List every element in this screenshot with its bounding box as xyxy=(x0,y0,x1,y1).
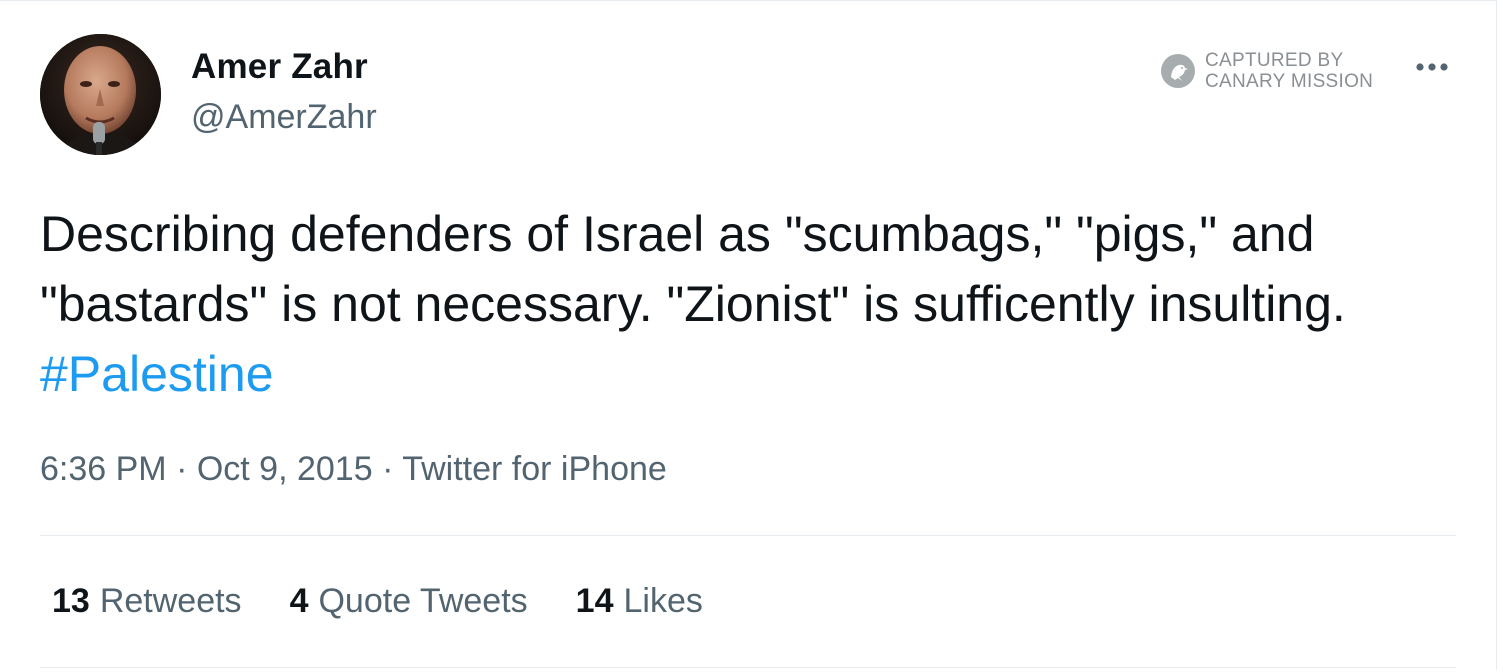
retweets-stat[interactable]: 13 Retweets xyxy=(52,582,242,621)
tweet-source[interactable]: Twitter for iPhone xyxy=(402,450,667,488)
tweet-date[interactable]: Oct 9, 2015 xyxy=(197,450,373,488)
canary-bird-icon xyxy=(1161,54,1195,88)
retweets-label: Retweets xyxy=(99,582,242,620)
user-handle[interactable]: @AmerZahr xyxy=(191,98,377,137)
engagement-stats: 13 Retweets 4 Quote Tweets 14 Likes xyxy=(52,582,751,621)
likes-label: Likes xyxy=(623,582,703,620)
watermark-line-2: CANARY MISSION xyxy=(1205,71,1374,92)
divider xyxy=(40,535,1456,536)
tweet-time[interactable]: 6:36 PM xyxy=(40,450,167,488)
quote-tweets-count: 4 xyxy=(289,582,309,620)
likes-stat[interactable]: 14 Likes xyxy=(576,582,703,621)
avatar[interactable] xyxy=(40,34,161,155)
likes-count: 14 xyxy=(575,582,614,620)
quote-tweets-stat[interactable]: 4 Quote Tweets xyxy=(290,582,528,621)
meta-separator: · xyxy=(166,450,197,488)
tweet-metadata: 6:36 PM · Oct 9, 2015 · Twitter for iPho… xyxy=(40,450,667,489)
tweet-text: Describing defenders of Israel as "scumb… xyxy=(40,206,1346,332)
ellipsis-icon[interactable] xyxy=(1412,57,1452,77)
tweet-body: Describing defenders of Israel as "scumb… xyxy=(40,199,1450,409)
divider xyxy=(40,667,1456,668)
tweet-card: Amer Zahr @AmerZahr CAPTURED BY CANARY M… xyxy=(0,0,1497,670)
quote-tweets-label: Quote Tweets xyxy=(318,582,528,620)
watermark-line-1: CAPTURED BY xyxy=(1205,50,1344,71)
hashtag-link[interactable]: #Palestine xyxy=(40,346,274,402)
display-name[interactable]: Amer Zahr xyxy=(191,47,368,87)
profile-photo-icon xyxy=(40,34,161,155)
canary-mission-watermark: CAPTURED BY CANARY MISSION xyxy=(1160,50,1373,92)
meta-separator: · xyxy=(372,450,403,488)
retweets-count: 13 xyxy=(52,582,90,620)
watermark-text: CAPTURED BY CANARY MISSION xyxy=(1205,50,1373,92)
